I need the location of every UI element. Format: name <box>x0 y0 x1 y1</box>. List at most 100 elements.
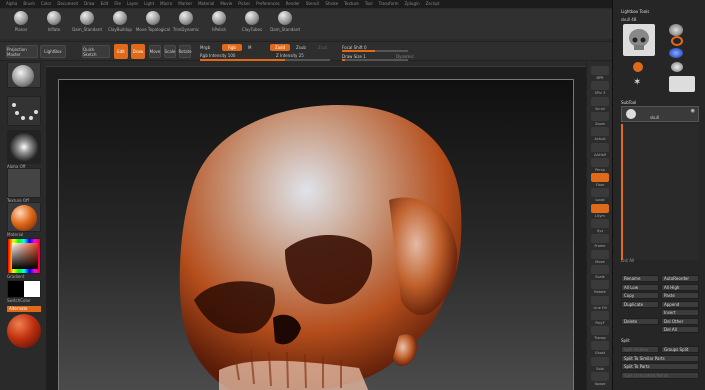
alternate-button[interactable]: Alternate <box>7 306 41 312</box>
current-tool-thumbnail[interactable] <box>623 24 655 56</box>
subtool-action-button[interactable]: Insert <box>661 309 699 316</box>
shelf-brush[interactable]: Dam_Standard <box>72 11 102 37</box>
rgb-toggle[interactable]: Rgb <box>222 44 242 51</box>
lightbox-button[interactable]: LightBox <box>40 45 66 58</box>
subtool-action-button[interactable]: Copy <box>621 292 659 299</box>
menu-item[interactable]: File <box>114 1 121 7</box>
subtool-list[interactable] <box>621 124 699 260</box>
zsub-toggle[interactable]: Zsub <box>296 45 306 50</box>
shelf-brush[interactable]: Dam_Standard <box>270 11 300 37</box>
split-button[interactable]: Split Unmasked Points <box>621 371 699 379</box>
menu-item[interactable]: Material <box>198 1 214 7</box>
subtool-action-button[interactable]: Delete <box>621 317 659 325</box>
split-button[interactable]: Split To Similar Parts <box>621 354 699 362</box>
move-button[interactable]: Move <box>149 45 161 58</box>
menu-item[interactable]: Stroke <box>325 1 338 7</box>
subtool-action-button[interactable]: Duplicate <box>621 300 659 308</box>
menu-item[interactable]: Zscript <box>426 1 440 7</box>
view-button[interactable] <box>591 188 609 198</box>
menu-item[interactable]: Render <box>286 1 300 7</box>
menu-item[interactable]: Marker <box>178 1 192 7</box>
subtool-action-button[interactable]: Rename <box>621 275 659 282</box>
skull-model[interactable] <box>59 80 574 390</box>
view-button[interactable] <box>591 66 609 75</box>
menu-item[interactable]: Tool <box>365 1 373 7</box>
color-square[interactable] <box>12 243 38 269</box>
view-button[interactable] <box>591 249 609 259</box>
menu-item[interactable]: Texture <box>344 1 359 7</box>
edit-button[interactable]: Edit <box>114 44 128 59</box>
alpha-selector[interactable] <box>7 130 41 164</box>
switch-color-label[interactable]: SwitchColor <box>7 298 31 303</box>
view-button[interactable] <box>591 111 609 121</box>
eraserbrush-icon[interactable] <box>633 62 643 72</box>
view-button[interactable] <box>591 341 609 351</box>
projection-master-button[interactable]: Projection Master <box>6 45 38 58</box>
view-button[interactable] <box>591 142 609 152</box>
menu-item[interactable]: Alpha <box>6 1 17 7</box>
brush-selector[interactable] <box>7 62 41 88</box>
menu-item[interactable]: Document <box>57 1 78 7</box>
view-button[interactable] <box>591 173 609 183</box>
color-picker[interactable] <box>7 238 41 274</box>
color-swatches[interactable] <box>7 280 41 298</box>
menu-item[interactable]: Light <box>144 1 154 7</box>
view-button[interactable] <box>591 203 609 213</box>
subtool-action-button[interactable]: All Low <box>621 283 659 291</box>
view-button[interactable] <box>591 356 609 366</box>
split-header[interactable]: Split <box>621 338 630 343</box>
shelf-brush[interactable]: Planar <box>6 11 36 37</box>
m-toggle[interactable]: M <box>248 45 251 50</box>
view-button[interactable] <box>591 326 609 336</box>
document-canvas[interactable] <box>58 79 574 390</box>
subtool-action-button[interactable]: Del Other <box>661 317 699 325</box>
material-selector[interactable] <box>7 202 41 232</box>
menu-item[interactable]: Transform <box>379 1 399 7</box>
split-button[interactable]: Groups Split <box>661 346 699 353</box>
draw-size-track[interactable] <box>342 59 408 61</box>
menu-item[interactable]: Color <box>41 1 51 7</box>
shelf-brush[interactable]: ClayBuildup <box>105 11 135 37</box>
spherebrush-icon[interactable] <box>669 24 683 36</box>
view-button[interactable] <box>591 264 609 274</box>
menu-item[interactable]: Preferences <box>256 1 280 7</box>
simplebrush-icon[interactable] <box>669 48 683 58</box>
star-icon[interactable]: ✶ <box>633 78 643 88</box>
view-button[interactable] <box>591 81 609 91</box>
menu-item[interactable]: Macro <box>160 1 172 7</box>
viewport[interactable] <box>46 66 586 390</box>
zcut-toggle[interactable]: Zcut <box>318 45 327 50</box>
view-button[interactable] <box>591 372 609 381</box>
split-button[interactable]: Split Hidden <box>621 346 659 353</box>
split-button[interactable]: Split To Parts <box>621 363 699 370</box>
skull-tool-icon[interactable] <box>669 76 695 92</box>
menu-item[interactable]: Brush <box>23 1 35 7</box>
draw-button[interactable]: Draw <box>131 44 145 59</box>
z-intensity-slider[interactable]: Z Intensity 25 <box>276 53 304 58</box>
zadd-toggle[interactable]: Zadd <box>270 44 290 51</box>
dynamic-toggle[interactable]: Dynamic <box>396 54 414 59</box>
rgb-intensity-slider[interactable]: Rgb Intensity 100 <box>200 53 235 58</box>
rotate-button[interactable]: Rotate <box>178 45 192 58</box>
texture-selector[interactable] <box>7 168 41 198</box>
stroke-selector[interactable] <box>7 96 41 126</box>
shelf-brush[interactable]: Move Topological <box>136 11 170 37</box>
shelf-brush[interactable]: hPolish <box>204 11 234 37</box>
menu-item[interactable]: Layer <box>127 1 138 7</box>
shelf-brush[interactable]: ClayTubes <box>237 11 267 37</box>
shelf-brush[interactable]: Inflate <box>39 11 69 37</box>
scale-button[interactable]: Scale <box>164 45 176 58</box>
menu-item[interactable]: Draw <box>84 1 94 7</box>
mrgb-toggle[interactable]: Mrgb <box>200 45 210 50</box>
list-all-button[interactable]: List All <box>621 258 634 263</box>
subtool-action-button[interactable]: All High <box>661 283 699 291</box>
view-button[interactable] <box>591 310 609 320</box>
focal-shift-track[interactable] <box>342 50 408 52</box>
subtool-active-item[interactable]: skull ◉ <box>621 106 699 122</box>
menu-item[interactable]: Picker <box>238 1 250 7</box>
view-button[interactable] <box>591 127 609 137</box>
z-intensity-track[interactable] <box>270 59 330 61</box>
menu-item[interactable]: Edit <box>101 1 109 7</box>
menu-item[interactable]: Zplugin <box>405 1 420 7</box>
alphabrush-icon[interactable] <box>671 36 683 46</box>
